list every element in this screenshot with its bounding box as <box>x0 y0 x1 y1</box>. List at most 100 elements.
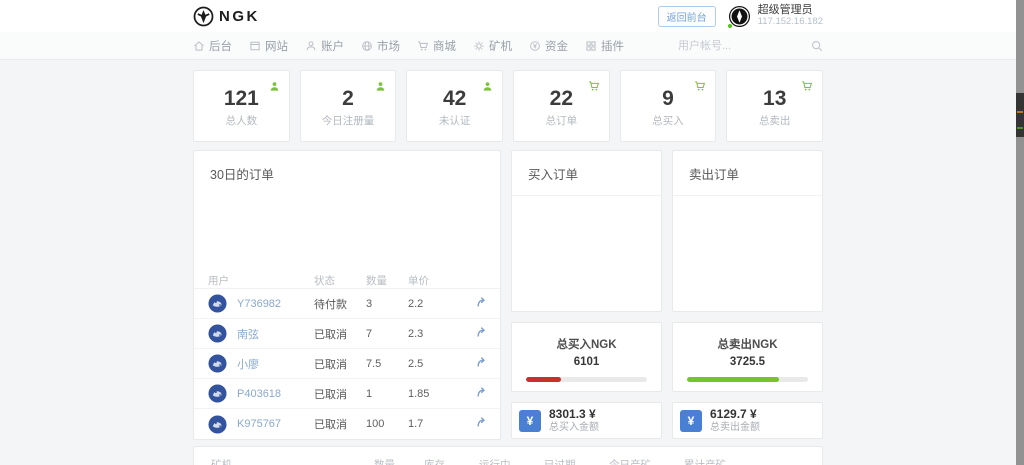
cart-icon <box>801 79 813 97</box>
funds-icon <box>529 40 541 52</box>
order-user-link[interactable]: K975767 <box>237 418 281 430</box>
nav-item-plugins[interactable]: 插件 <box>585 38 624 54</box>
dashboard-main: 121 总人数 2 今日注册量 42 未认证 22 总订单 9 总买入 13 总卖出 30日的订单 用… <box>193 70 824 465</box>
stat-card-total-orders: 22 总订单 <box>513 70 610 142</box>
user-name: 超级管理员 <box>757 4 813 17</box>
orders-30d-title: 30日的订单 <box>210 168 274 182</box>
scrollbar[interactable] <box>1016 0 1024 465</box>
nav-item-label: 账户 <box>321 41 344 53</box>
back-to-front-button[interactable]: 返回前台 <box>657 5 716 27</box>
buy-column: 买入订单 总买入NGK 6101 ¥ 8301.3 ¥ 总买入金额 <box>511 150 662 440</box>
scrollbar-marker-green <box>1017 127 1023 129</box>
miners-col-header: 数量 <box>374 459 395 465</box>
nav-item-miners[interactable]: 矿机 <box>473 38 512 54</box>
yen-icon: ¥ <box>680 409 702 432</box>
buy-orders-title: 买入订单 <box>512 151 661 196</box>
user-avatar-icon <box>726 5 751 29</box>
order-status: 已取消 <box>314 388 347 401</box>
order-detail-arrow-icon[interactable] <box>456 295 487 313</box>
total-buy-card: 总买入NGK 6101 <box>511 322 662 392</box>
orders-table-body: Y736982 待付款 3 2.2 南弦 已取消 7 2.3 小廖 已取消 7.5 2.5 P40361… <box>194 289 500 439</box>
total-buy-value: 6101 <box>573 356 600 368</box>
user-avatar-icon <box>208 384 227 403</box>
miners-col-header: 库存 <box>424 459 445 465</box>
order-status: 已取消 <box>314 328 347 341</box>
buy-amount-value: 8301.3 ¥ <box>549 407 596 422</box>
miners-panel: 矿机 数量 库存 运行中 已过期 今日产矿 累计产矿 <box>193 446 823 465</box>
order-detail-arrow-icon[interactable] <box>456 385 487 403</box>
buy-amount-card: ¥ 8301.3 ¥ 总买入金额 <box>511 402 662 439</box>
person-icon <box>375 79 386 97</box>
nav-item-label: 资金 <box>545 41 568 53</box>
ngk-logo[interactable]: NGK <box>193 6 260 27</box>
orders-30d-panel: 30日的订单 用户 状态 数量 单价 Y736982 待付款 3 2.2 南弦 已取消 7 2.3 小… <box>193 150 501 440</box>
order-detail-arrow-icon[interactable] <box>456 415 487 433</box>
user-menu[interactable]: 超级管理员 117.152.16.182 <box>726 4 823 29</box>
nav-items: 后台 网站 账户 市场 商城 矿机 资金 插件 <box>193 38 624 54</box>
stat-card-total-sells: 13 总卖出 <box>726 70 824 142</box>
order-row: 南弦 已取消 7 2.3 <box>194 319 500 349</box>
order-user-link[interactable]: P403618 <box>237 388 281 400</box>
miner-icon <box>473 40 485 52</box>
miners-col-header: 累计产矿 <box>684 459 726 465</box>
order-qty: 7 <box>366 327 373 340</box>
stats-row: 121 总人数 2 今日注册量 42 未认证 22 总订单 9 总买入 13 总卖出 <box>193 70 824 142</box>
mall-icon <box>417 40 429 52</box>
nav-item-site[interactable]: 网站 <box>249 38 288 54</box>
nav-item-backend[interactable]: 后台 <box>193 38 232 54</box>
order-qty: 1 <box>366 387 373 400</box>
scrollbar-thumb[interactable] <box>1016 93 1024 137</box>
stat-card-total-users: 121 总人数 <box>193 70 290 142</box>
sell-amount-card: ¥ 6129.7 ¥ 总卖出金额 <box>672 402 823 439</box>
buy-progress-bar <box>526 377 647 382</box>
sell-progress-fill <box>687 377 779 382</box>
sell-orders-panel: 卖出订单 <box>672 150 823 312</box>
nav-item-mall[interactable]: 商城 <box>417 38 456 54</box>
orders-table-header: 用户 状态 数量 单价 <box>194 272 500 289</box>
order-status: 已取消 <box>314 419 347 431</box>
nav-item-market[interactable]: 市场 <box>361 38 400 54</box>
nav-item-label: 后台 <box>209 41 232 53</box>
user-avatar-icon <box>208 414 227 434</box>
order-qty: 100 <box>366 418 385 430</box>
order-row: Y736982 待付款 3 2.2 <box>194 289 500 319</box>
user-avatar-icon <box>208 354 227 373</box>
miners-col-header: 已过期 <box>544 459 576 465</box>
plugins-icon <box>585 40 597 52</box>
buy-progress-fill <box>526 377 562 382</box>
search-box <box>678 40 823 52</box>
order-qty: 3 <box>366 297 373 310</box>
orders-col-header: 单价 <box>408 274 429 287</box>
orders-col-header: 状态 <box>314 274 335 287</box>
order-detail-arrow-icon[interactable] <box>456 325 487 343</box>
buy-amount-label: 总买入金额 <box>549 421 599 433</box>
order-detail-arrow-icon[interactable] <box>456 355 487 373</box>
total-sell-value: 3725.5 <box>729 356 766 368</box>
nav-item-label: 网站 <box>265 41 288 53</box>
search-icon[interactable] <box>811 40 823 52</box>
total-sell-title: 总卖出NGK <box>717 339 778 351</box>
cart-icon <box>694 79 706 97</box>
search-input[interactable] <box>678 40 788 52</box>
stat-card-today-registrations: 2 今日注册量 <box>299 70 397 142</box>
stat-label: 总卖出 <box>758 115 791 128</box>
user-avatar-icon <box>208 324 227 343</box>
order-price: 2.3 <box>408 327 424 340</box>
order-user-link[interactable]: 南弦 <box>237 326 259 342</box>
orders-col-header: 用户 <box>208 274 229 287</box>
orders-col-header: 数量 <box>366 274 387 287</box>
sell-amount-value: 6129.7 ¥ <box>710 407 757 422</box>
miners-col-header: 矿机 <box>211 459 232 465</box>
order-status: 已取消 <box>314 358 347 371</box>
nav-item-label: 矿机 <box>489 41 512 53</box>
order-user-link[interactable]: Y736982 <box>237 298 281 310</box>
miners-table-header: 矿机 数量 库存 运行中 已过期 今日产矿 累计产矿 <box>194 447 822 465</box>
stat-label: 总买入 <box>652 115 684 128</box>
stat-label: 总订单 <box>545 115 578 128</box>
nav-item-accounts[interactable]: 账户 <box>305 38 344 54</box>
logo-text: NGK <box>219 7 260 25</box>
nav-item-funds[interactable]: 资金 <box>529 38 568 54</box>
home-icon <box>193 40 205 52</box>
sell-column: 卖出订单 总卖出NGK 3725.5 ¥ 6129.7 ¥ 总卖出金额 <box>672 150 823 440</box>
order-user-link[interactable]: 小廖 <box>237 356 259 372</box>
